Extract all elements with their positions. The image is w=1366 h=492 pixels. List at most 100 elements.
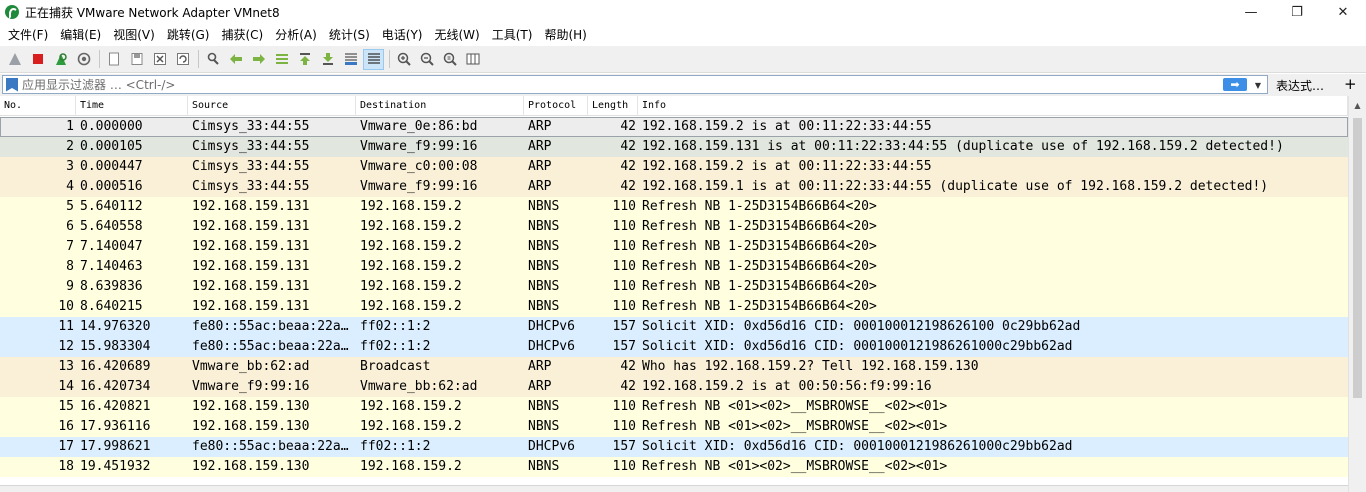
- save-file-button[interactable]: [126, 49, 147, 70]
- packet-row[interactable]: 7 7.140047 192.168.159.131 192.168.159.2 NBN…: [0, 237, 1348, 257]
- main-toolbar: [0, 46, 1366, 73]
- autoscroll-button[interactable]: [340, 49, 361, 70]
- cell-time: 7.140047: [80, 239, 143, 254]
- column-header-no[interactable]: No.: [0, 96, 76, 116]
- menu-item[interactable]: 编辑(E): [54, 24, 107, 46]
- column-header-source[interactable]: Source: [188, 96, 356, 116]
- column-header-time[interactable]: Time: [76, 96, 188, 116]
- scrollbar-thumb[interactable]: [1353, 118, 1362, 398]
- shark-fin-start-icon: [8, 53, 21, 65]
- cell-no: 8: [66, 259, 74, 274]
- cell-source: 192.168.159.130: [192, 419, 310, 434]
- expression-button[interactable]: 表达式…: [1276, 77, 1324, 94]
- resize-columns-button[interactable]: [462, 49, 483, 70]
- cell-destination: 192.168.159.2: [360, 399, 462, 414]
- zoom-out-button[interactable]: [416, 49, 437, 70]
- cell-source: Vmware_f9:99:16: [192, 379, 310, 394]
- menu-item[interactable]: 捕获(C): [215, 24, 269, 46]
- cell-info: Solicit XID: 0xd56d16 CID: 0001000121986…: [642, 439, 1073, 454]
- minimize-button[interactable]: —: [1228, 0, 1274, 24]
- vertical-scrollbar[interactable]: ▲: [1348, 96, 1366, 492]
- packet-row[interactable]: 14 16.420734 Vmware_f9:99:16 Vmware_bb:62:a…: [0, 377, 1348, 397]
- column-header-protocol[interactable]: Protocol: [524, 96, 588, 116]
- cell-length: 110: [612, 459, 636, 474]
- stop-capture-button[interactable]: [27, 49, 48, 70]
- start-capture-button[interactable]: [4, 49, 25, 70]
- go-first-icon: [299, 53, 310, 65]
- packet-row[interactable]: 3 0.000447 Cimsys_33:44:55 Vmware_c0:00:08 A…: [0, 157, 1348, 177]
- cell-length: 110: [612, 279, 636, 294]
- cell-source: Cimsys_33:44:55: [192, 179, 310, 194]
- menu-item[interactable]: 文件(F): [2, 24, 54, 46]
- packet-list: No. Time Source Destination Protocol Length In…: [0, 96, 1366, 492]
- packet-row[interactable]: 10 8.640215 192.168.159.131 192.168.159.2 NB…: [0, 297, 1348, 317]
- reload-file-button[interactable]: [172, 49, 193, 70]
- cell-protocol: NBNS: [528, 259, 560, 274]
- go-last-button[interactable]: [317, 49, 338, 70]
- packet-row[interactable]: 12 15.983304 fe80::55ac:beaa:22a… ff02::1:2…: [0, 337, 1348, 357]
- packet-row[interactable]: 1 0.000000 Cimsys_33:44:55 Vmware_0e:86:bd A…: [0, 117, 1348, 137]
- packet-row[interactable]: 13 16.420689 Vmware_bb:62:ad Broadcast ARP 42…: [0, 357, 1348, 377]
- menu-item[interactable]: 视图(V): [107, 24, 161, 46]
- packet-row[interactable]: 16 17.936116 192.168.159.130 192.168.159.2 N…: [0, 417, 1348, 437]
- menu-bar: 文件(F) 编辑(E) 视图(V) 跳转(G) 捕获(C) 分析(A) 统计(S) 电话(Y)…: [0, 24, 1366, 46]
- packet-row[interactable]: 11 14.976320 fe80::55ac:beaa:22a… ff02::1:2…: [0, 317, 1348, 337]
- cell-no: 10: [58, 299, 74, 314]
- maximize-button[interactable]: ❐: [1274, 0, 1320, 24]
- go-back-button[interactable]: [225, 49, 246, 70]
- cell-info: Refresh NB 1-25D3154B66B64<20>: [642, 259, 877, 274]
- menu-item[interactable]: 跳转(G): [161, 24, 216, 46]
- cell-protocol: ARP: [528, 359, 552, 374]
- bookmark-icon[interactable]: [6, 77, 18, 92]
- filter-history-dropdown[interactable]: ▼: [1252, 79, 1264, 91]
- menu-item[interactable]: 分析(A): [269, 24, 323, 46]
- cell-destination: Vmware_f9:99:16: [360, 179, 478, 194]
- packet-row[interactable]: 6 5.640558 192.168.159.131 192.168.159.2 NBN…: [0, 217, 1348, 237]
- cell-length: 110: [612, 399, 636, 414]
- apply-filter-button[interactable]: ➡: [1223, 78, 1247, 91]
- cell-source: Cimsys_33:44:55: [192, 139, 310, 154]
- horizontal-scrollbar[interactable]: [0, 485, 1348, 492]
- packet-row[interactable]: 17 17.998621 fe80::55ac:beaa:22a… ff02::1:2…: [0, 437, 1348, 457]
- packet-row[interactable]: 5 5.640112 192.168.159.131 192.168.159.2 NBN…: [0, 197, 1348, 217]
- packet-row[interactable]: 15 16.420821 192.168.159.130 192.168.159.2 N…: [0, 397, 1348, 417]
- packet-row[interactable]: 8 7.140463 192.168.159.131 192.168.159.2 NBN…: [0, 257, 1348, 277]
- cell-destination: 192.168.159.2: [360, 279, 462, 294]
- column-header-length[interactable]: Length: [588, 96, 638, 116]
- cell-info: Refresh NB 1-25D3154B66B64<20>: [642, 279, 877, 294]
- find-packet-button[interactable]: [202, 49, 223, 70]
- cell-destination: ff02::1:2: [360, 439, 431, 454]
- packet-row[interactable]: 2 0.000105 Cimsys_33:44:55 Vmware_f9:99:16 A…: [0, 137, 1348, 157]
- menu-item[interactable]: 电话(Y): [376, 24, 429, 46]
- close-file-button[interactable]: [149, 49, 170, 70]
- go-to-packet-button[interactable]: [271, 49, 292, 70]
- menu-item[interactable]: 工具(T): [486, 24, 539, 46]
- zoom-normal-button[interactable]: [439, 49, 460, 70]
- menu-item[interactable]: 帮助(H): [538, 24, 592, 46]
- go-forward-button[interactable]: [248, 49, 269, 70]
- go-first-button[interactable]: [294, 49, 315, 70]
- packet-row[interactable]: 18 19.451932 192.168.159.130 192.168.159.2 N…: [0, 457, 1348, 477]
- cell-no: 15: [58, 399, 74, 414]
- close-file-icon: [153, 53, 166, 65]
- packet-row[interactable]: 9 8.639836 192.168.159.131 192.168.159.2 NBN…: [0, 277, 1348, 297]
- open-file-button[interactable]: [103, 49, 124, 70]
- add-filter-button[interactable]: +: [1344, 75, 1357, 93]
- column-header-info[interactable]: Info: [638, 96, 1348, 116]
- display-filter-input[interactable]: 应用显示过滤器 … <Ctrl-/> ➡ ▼: [2, 75, 1268, 94]
- packet-row[interactable]: 4 0.000516 Cimsys_33:44:55 Vmware_f9:99:16 A…: [0, 177, 1348, 197]
- cell-time: 16.420689: [80, 359, 151, 374]
- menu-item[interactable]: 统计(S): [323, 24, 376, 46]
- cell-source: fe80::55ac:beaa:22a…: [192, 319, 349, 334]
- close-button[interactable]: ✕: [1320, 0, 1366, 24]
- zoom-in-button[interactable]: [393, 49, 414, 70]
- cell-length: 42: [620, 119, 636, 134]
- colorize-button[interactable]: [363, 48, 384, 70]
- cell-length: 110: [612, 259, 636, 274]
- capture-options-button[interactable]: [73, 49, 94, 70]
- restart-capture-button[interactable]: [50, 49, 71, 70]
- cell-destination: 192.168.159.2: [360, 419, 462, 434]
- column-header-destination[interactable]: Destination: [356, 96, 524, 116]
- menu-item[interactable]: 无线(W): [429, 24, 486, 46]
- scroll-up-arrow-icon[interactable]: ▲: [1349, 96, 1366, 114]
